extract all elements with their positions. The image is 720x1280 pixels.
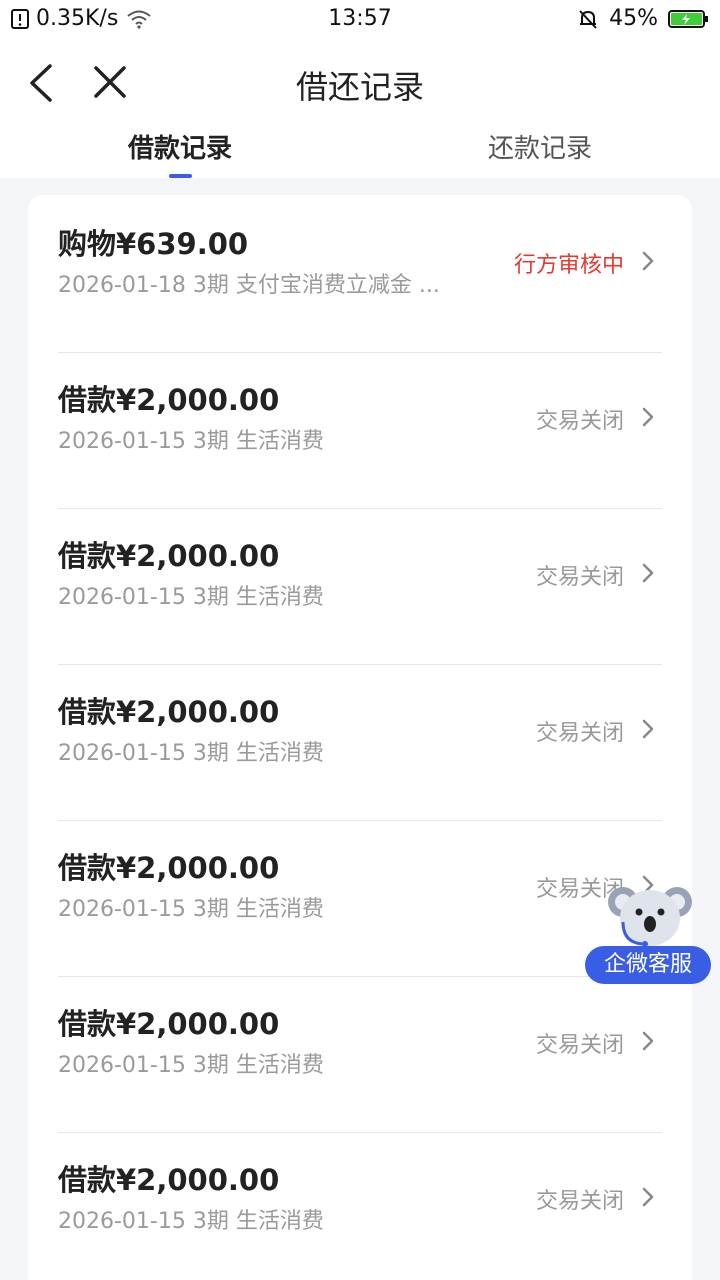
- record-item[interactable]: 借款¥2,000.00 2026-01-15 3期 生活消费 交易关闭: [58, 507, 662, 665]
- record-detail: 2026-01-18 3期 支付宝消费立减金 ...: [58, 273, 440, 298]
- chevron-right-icon: [642, 563, 654, 583]
- record-amount: 购物¥639.00: [58, 227, 249, 261]
- record-detail: 2026-01-15 3期 生活消费: [58, 1209, 324, 1234]
- chevron-right-icon: [642, 251, 654, 271]
- record-status: 交易关闭: [535, 565, 624, 590]
- active-tab-indicator: [169, 174, 192, 178]
- record-detail: 2026-01-15 3期 生活消费: [58, 429, 324, 454]
- chevron-right-icon: [642, 1031, 654, 1051]
- record-status: 交易关闭: [535, 721, 624, 746]
- record-amount: 借款¥2,000.00: [58, 1007, 280, 1041]
- battery-charging-icon: [668, 9, 708, 28]
- chevron-right-icon: [642, 719, 654, 739]
- nav-bar: 借还记录: [0, 48, 720, 118]
- top-header: 0.35K/s 13:57 45% 借还记录 借款记录 还款记录: [0, 0, 720, 178]
- battery-percent: 45%: [609, 6, 658, 31]
- customer-service-button[interactable]: 企微客服: [585, 880, 711, 986]
- koala-mascot-icon: [608, 887, 692, 947]
- record-amount: 借款¥2,000.00: [58, 851, 280, 885]
- chevron-right-icon: [642, 1187, 654, 1207]
- record-status: 交易关闭: [535, 1033, 624, 1058]
- record-item[interactable]: 借款¥2,000.00 2026-01-15 3期 生活消费 交易关闭: [58, 975, 662, 1133]
- record-detail: 2026-01-15 3期 生活消费: [58, 585, 324, 610]
- page-title: 借还记录: [295, 68, 424, 106]
- status-right: 45%: [577, 6, 710, 31]
- customer-service-label: 企微客服: [585, 946, 711, 984]
- record-amount: 借款¥2,000.00: [58, 695, 280, 729]
- record-status: 行方审核中: [513, 253, 624, 278]
- record-amount: 借款¥2,000.00: [58, 383, 280, 417]
- tab-repayment-records[interactable]: 还款记录: [420, 128, 660, 165]
- record-item[interactable]: 借款¥2,000.00 2026-01-15 3期 生活消费 交易关闭: [58, 663, 662, 821]
- bell-muted-icon: [579, 9, 597, 29]
- record-item[interactable]: 购物¥639.00 2026-01-18 3期 支付宝消费立减金 ... 行方审…: [58, 195, 662, 353]
- record-item[interactable]: 借款¥2,000.00 2026-01-15 3期 生活消费 交易关闭: [58, 819, 662, 977]
- record-detail: 2026-01-15 3期 生活消费: [58, 1053, 324, 1078]
- record-detail: 2026-01-15 3期 生活消费: [58, 897, 324, 922]
- record-detail: 2026-01-15 3期 生活消费: [58, 741, 324, 766]
- status-bar: 0.35K/s 13:57 45%: [0, 0, 720, 40]
- record-amount: 借款¥2,000.00: [58, 1163, 280, 1197]
- record-item[interactable]: 借款¥2,000.00 2026-01-15 3期 生活消费 交易关闭: [58, 351, 662, 509]
- chevron-right-icon: [642, 407, 654, 427]
- record-status: 交易关闭: [535, 409, 624, 434]
- records-list: 购物¥639.00 2026-01-18 3期 支付宝消费立减金 ... 行方审…: [28, 195, 692, 1280]
- tab-loan-records[interactable]: 借款记录: [60, 128, 300, 165]
- record-amount: 借款¥2,000.00: [58, 539, 280, 573]
- tab-bar: 借款记录 还款记录: [0, 122, 720, 178]
- record-status: 交易关闭: [535, 1189, 624, 1214]
- record-item[interactable]: 借款¥2,000.00 2026-01-15 3期 生活消费 交易关闭: [58, 1131, 662, 1280]
